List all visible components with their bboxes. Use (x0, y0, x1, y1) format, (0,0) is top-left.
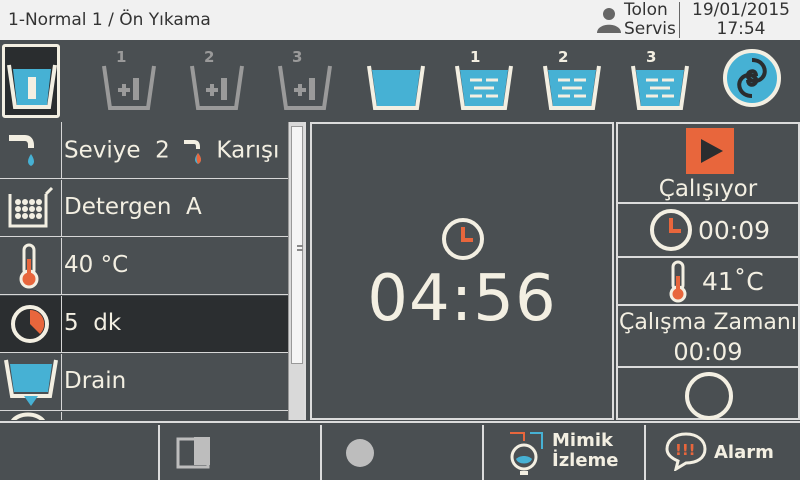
mimic-label-line-2: İzleme (552, 450, 619, 471)
clock-icon (442, 218, 484, 260)
alarm-bubble-icon: !!! (665, 432, 707, 471)
step-fill-2[interactable]: 2 (182, 44, 262, 118)
mimic-view-button[interactable]: Mimik İzleme (486, 425, 646, 480)
list-item-temperature[interactable]: 40 °C (0, 238, 288, 295)
current-temp-section: 41˚C (618, 258, 798, 306)
mimic-icon (510, 432, 543, 475)
water-mix-label: Karışı (216, 137, 280, 164)
row-icon-cell (0, 296, 62, 353)
alarm-button[interactable]: !!! Alarm (648, 425, 800, 480)
step-number: 3 (646, 48, 656, 66)
duration-text: 5 dk (64, 310, 122, 336)
play-button[interactable] (686, 128, 734, 174)
tub-icon (7, 64, 57, 109)
step-number: 2 (558, 48, 568, 66)
list-item-level[interactable]: Seviye 2 Karışı (0, 122, 288, 179)
current-temperature: 41˚C (702, 267, 764, 296)
svg-text:!!!: !!! (675, 441, 696, 459)
step-fill-3[interactable]: 3 (270, 44, 350, 118)
record-dot-icon (346, 439, 374, 467)
tub-rinse-icon: 1 (455, 48, 513, 110)
clock-icon (650, 209, 692, 251)
status-indicator-circle (685, 372, 733, 420)
work-time-label: Çalışma Zamanı (619, 310, 797, 335)
detergent-text: Detergen A (64, 194, 202, 220)
step-rinse-1[interactable]: 1 (448, 44, 528, 118)
step-fill-1[interactable]: 1 (94, 44, 174, 118)
empty-button[interactable] (0, 425, 160, 480)
elapsed-time: 00:09 (698, 216, 771, 245)
time-display: 17:54 (716, 19, 766, 39)
run-status: Çalışıyor (658, 176, 758, 202)
user-line-1: Tolon (624, 0, 668, 20)
user-name[interactable]: Tolon Servis (624, 1, 676, 39)
program-view-button[interactable] (162, 425, 322, 480)
mimic-label-line-1: Mimik (552, 430, 613, 451)
date-display: 19/01/2015 (692, 0, 790, 20)
bottom-bar: Mimik İzleme !!! Alarm (0, 421, 800, 480)
partial-row-icon (11, 412, 45, 420)
elapsed-section: 00:09 (618, 204, 798, 258)
list-item-duration[interactable]: 5 dk (0, 296, 288, 353)
step-rinse-3[interactable]: 3 (624, 44, 704, 118)
thermometer-icon (669, 260, 687, 303)
mimic-label: Mimik İzleme (552, 431, 619, 471)
record-button[interactable] (324, 425, 484, 480)
step-spin[interactable] (716, 44, 796, 118)
alarm-label: Alarm (714, 442, 774, 463)
drain-text: Drain (64, 368, 127, 394)
work-time-value: 00:09 (673, 338, 743, 366)
program-title: 1-Normal 1 / Ön Yıkama (8, 10, 211, 30)
user-icon (597, 8, 621, 33)
row-icon-cell (0, 354, 62, 411)
run-status-section: Çalışıyor (618, 124, 798, 204)
step-rinse-2[interactable]: 2 (536, 44, 616, 118)
tub-add-icon: 1 (102, 48, 156, 110)
status-panel: Çalışıyor 00:09 41˚C Çalışma Zamanı 00:0… (616, 122, 800, 420)
copy-panel-icon (176, 437, 210, 469)
row-icon-cell (0, 180, 62, 237)
date-time: 19/01/2015 17:54 (684, 1, 798, 39)
level-label: Seviye (64, 137, 141, 164)
step-number: 1 (470, 48, 480, 66)
step-main-wash[interactable] (360, 44, 440, 118)
timer-pie-icon (11, 305, 49, 343)
list-item-detergent[interactable]: Detergen A (0, 180, 288, 237)
tub-rinse-icon: 2 (543, 48, 601, 110)
tub-add-icon: 2 (190, 48, 244, 110)
detergent-box-icon (8, 186, 54, 228)
row-icon-cell (0, 122, 62, 179)
water-mix-icon (184, 140, 202, 164)
step-number: 2 (204, 48, 214, 66)
row-icon-cell (0, 238, 62, 295)
work-time-section: Çalışma Zamanı 00:09 (618, 306, 798, 368)
step-number: 3 (292, 48, 302, 66)
drain-icon (4, 359, 58, 406)
tub-water-icon (367, 65, 425, 110)
list-scrollbar[interactable] (288, 122, 304, 420)
user-line-2: Servis (624, 19, 676, 39)
remaining-time: 04:56 (367, 262, 557, 336)
row-icon-cell (0, 412, 62, 420)
title-divider (679, 2, 680, 38)
tub-add-icon: 3 (278, 48, 332, 110)
remaining-time-panel: 04:56 (310, 122, 614, 420)
program-steps-bar: 1 2 3 1 2 3 (0, 40, 800, 120)
title-bar: 1-Normal 1 / Ön Yıkama Tolon Servis 19/0… (0, 0, 800, 40)
tub-rinse-icon: 3 (631, 48, 689, 110)
list-item-drain[interactable]: Drain (0, 354, 288, 411)
step-details-list[interactable]: Seviye 2 Karışı Detergen A 40 °C 5 dk Dr… (0, 122, 306, 420)
faucet-icon (9, 135, 34, 166)
level-value: 2 (155, 137, 170, 164)
thermometer-icon (19, 243, 39, 289)
spin-icon (723, 49, 781, 107)
temperature-text: 40 °C (64, 252, 129, 278)
level-text: Seviye 2 Karışı (64, 136, 279, 166)
step-number: 1 (116, 48, 126, 66)
list-item-partial[interactable] (0, 412, 288, 420)
scrollbar-thumb[interactable] (291, 126, 303, 364)
step-prewash[interactable] (2, 44, 60, 118)
scrollbar-grip (297, 245, 303, 251)
